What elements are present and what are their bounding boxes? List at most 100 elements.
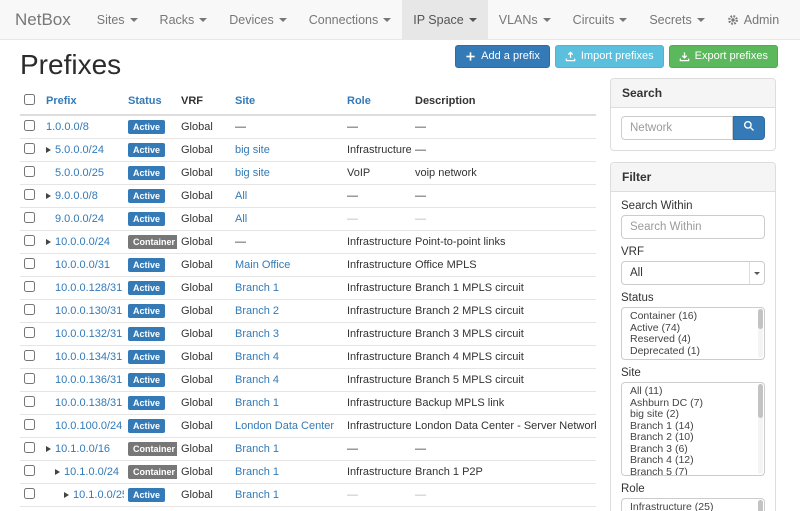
search-input[interactable] — [621, 116, 733, 140]
site-link[interactable]: Branch 2 — [235, 305, 279, 317]
prefix-link[interactable]: 10.0.0.0/24 — [55, 236, 110, 248]
site-link[interactable]: big site — [235, 144, 270, 156]
prefix-link[interactable]: 9.0.0.0/24 — [55, 213, 104, 225]
site-link[interactable]: big site — [235, 167, 270, 179]
vrf-text: Global — [181, 167, 213, 179]
site-listbox[interactable]: All (11)Ashburn DC (7)big site (2)Branch… — [621, 382, 765, 476]
status-badge: Active — [128, 120, 165, 134]
nav-item-racks[interactable]: Racks — [149, 0, 219, 39]
table-row: 10.0.0.130/31ActiveGlobalBranch 2Infrast… — [20, 300, 596, 323]
prefix-link[interactable]: 5.0.0.0/24 — [55, 144, 104, 156]
column-header-site[interactable]: Site — [231, 88, 343, 115]
site-link[interactable]: London Data Center — [235, 420, 334, 432]
row-checkbox[interactable] — [24, 350, 35, 361]
export-prefixes-button[interactable]: Export prefixes — [669, 45, 778, 68]
scrollbar-thumb[interactable] — [758, 500, 763, 511]
site-link[interactable]: Branch 1 — [235, 466, 279, 478]
site-link[interactable]: Branch 4 — [235, 374, 279, 386]
prefix-link[interactable]: 10.0.0.132/31 — [55, 328, 122, 340]
nav-item-admin[interactable]: Admin — [716, 0, 790, 39]
row-checkbox[interactable] — [24, 166, 35, 177]
prefix-link[interactable]: 5.0.0.0/25 — [55, 167, 104, 179]
list-option[interactable]: big site (2) — [622, 409, 764, 421]
prefix-link[interactable]: 10.0.0.0/31 — [55, 259, 110, 271]
row-checkbox[interactable] — [24, 419, 35, 430]
nav-item-connections[interactable]: Connections — [298, 0, 403, 39]
list-option[interactable]: Deprecated (1) — [622, 346, 764, 358]
row-checkbox[interactable] — [24, 281, 35, 292]
table-body: 1.0.0.0/8ActiveGlobal———5.0.0.0/24Active… — [20, 115, 596, 511]
row-checkbox[interactable] — [24, 258, 35, 269]
select-all-checkbox[interactable] — [24, 94, 35, 105]
list-option[interactable]: Branch 5 (7) — [622, 467, 764, 477]
list-option[interactable]: Ashburn DC (7) — [622, 398, 764, 410]
vrf-text: Global — [181, 121, 213, 133]
prefix-link[interactable]: 10.0.0.138/31 — [55, 397, 122, 409]
row-checkbox[interactable] — [24, 373, 35, 384]
row-checkbox[interactable] — [24, 304, 35, 315]
row-checkbox[interactable] — [24, 442, 35, 453]
prefix-link[interactable]: 10.0.100.0/24 — [55, 420, 122, 432]
prefix-link[interactable]: 1.0.0.0/8 — [46, 121, 89, 133]
site-link[interactable]: Branch 1 — [235, 397, 279, 409]
list-option[interactable]: Active (74) — [622, 323, 764, 335]
scrollbar-thumb[interactable] — [758, 384, 763, 418]
add-a-prefix-button[interactable]: Add a prefix — [455, 45, 550, 68]
nav-item-circuits[interactable]: Circuits — [562, 0, 639, 39]
empty-dash: — — [415, 121, 426, 133]
row-checkbox[interactable] — [24, 235, 35, 246]
search-button[interactable] — [733, 116, 765, 140]
row-checkbox[interactable] — [24, 212, 35, 223]
site-link[interactable]: Branch 1 — [235, 489, 279, 501]
nav-item-vlans[interactable]: VLANs — [488, 0, 562, 39]
import-prefixes-button[interactable]: Import prefixes — [555, 45, 664, 68]
row-checkbox[interactable] — [24, 143, 35, 154]
list-option[interactable]: Branch 4 (12) — [622, 455, 764, 467]
status-listbox[interactable]: Container (16)Active (74)Reserved (4)Dep… — [621, 307, 765, 360]
list-option[interactable]: Branch 1 (14) — [622, 421, 764, 433]
site-link[interactable]: Branch 1 — [235, 282, 279, 294]
list-option[interactable]: Infrastructure (25) — [622, 502, 764, 511]
search-within-input[interactable] — [621, 215, 765, 239]
column-header-prefix[interactable]: Prefix — [42, 88, 124, 115]
status-badge: Container — [128, 235, 177, 249]
table-row: 10.1.0.0/24ContainerGlobalBranch 1Infras… — [20, 461, 596, 484]
vrf-select[interactable]: All — [621, 261, 765, 285]
prefix-link[interactable]: 10.0.0.128/31 — [55, 282, 122, 294]
list-option[interactable]: Branch 3 (6) — [622, 444, 764, 456]
prefix-link[interactable]: 10.0.0.130/31 — [55, 305, 122, 317]
prefix-link[interactable]: 10.1.0.0/24 — [64, 466, 119, 478]
nav-item-ip-space[interactable]: IP Space — [402, 0, 488, 39]
site-link[interactable]: Main Office — [235, 259, 290, 271]
list-option[interactable]: Container (16) — [622, 311, 764, 323]
site-link[interactable]: All — [235, 213, 247, 225]
prefix-link[interactable]: 10.1.0.0/16 — [55, 443, 110, 455]
column-header-status[interactable]: Status — [124, 88, 177, 115]
list-option[interactable]: All (11) — [622, 386, 764, 398]
scrollbar-thumb[interactable] — [758, 309, 763, 329]
column-header-role[interactable]: Role — [343, 88, 411, 115]
vrf-text: Global — [181, 259, 213, 271]
prefix-link[interactable]: 9.0.0.0/8 — [55, 190, 98, 202]
list-option[interactable]: Reserved (4) — [622, 334, 764, 346]
nav-item-sites[interactable]: Sites — [86, 0, 149, 39]
nav-item-devices[interactable]: Devices — [218, 0, 297, 39]
row-checkbox[interactable] — [24, 488, 35, 499]
row-checkbox[interactable] — [24, 396, 35, 407]
nav-item-profile[interactable]: Profile — [790, 0, 800, 39]
prefix-link[interactable]: 10.0.0.134/31 — [55, 351, 122, 363]
row-checkbox[interactable] — [24, 327, 35, 338]
prefix-link[interactable]: 10.0.0.136/31 — [55, 374, 122, 386]
site-link[interactable]: Branch 4 — [235, 351, 279, 363]
nav-item-secrets[interactable]: Secrets — [638, 0, 715, 39]
site-link[interactable]: All — [235, 190, 247, 202]
site-link[interactable]: Branch 1 — [235, 443, 279, 455]
role-listbox[interactable]: Infrastructure (25)Management (8)Private… — [621, 498, 765, 511]
list-option[interactable]: Branch 2 (10) — [622, 432, 764, 444]
prefix-link[interactable]: 10.1.0.0/25 — [73, 489, 124, 501]
row-checkbox[interactable] — [24, 120, 35, 131]
brand[interactable]: NetBox — [0, 0, 86, 39]
row-checkbox[interactable] — [24, 465, 35, 476]
row-checkbox[interactable] — [24, 189, 35, 200]
site-link[interactable]: Branch 3 — [235, 328, 279, 340]
